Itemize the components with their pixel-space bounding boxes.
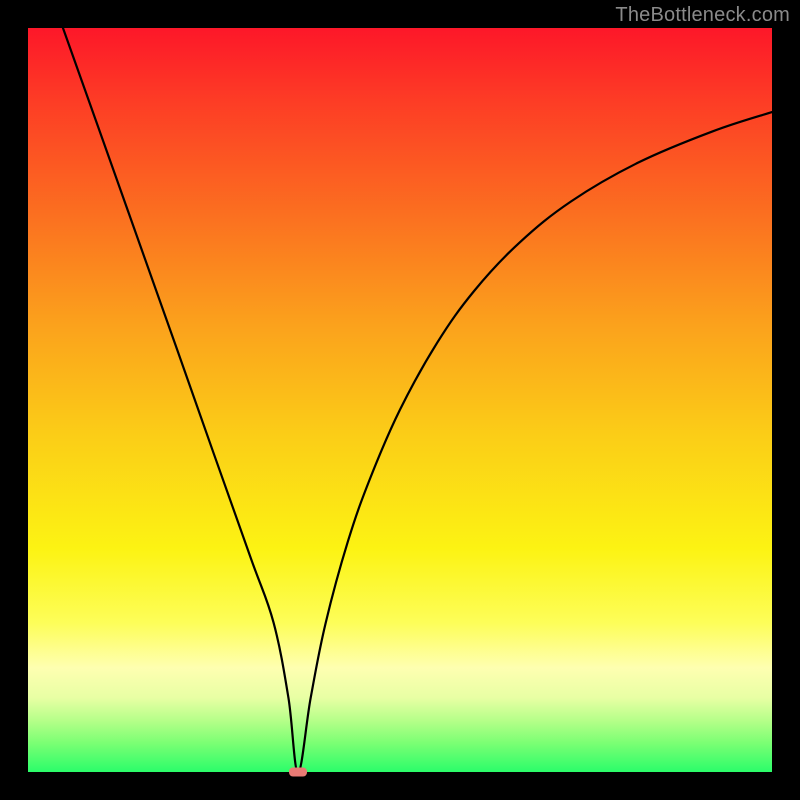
- bottleneck-curve: [28, 28, 772, 772]
- chart-plot-area: [28, 28, 772, 772]
- minimum-marker: [289, 768, 307, 777]
- chart-frame: TheBottleneck.com: [0, 0, 800, 800]
- watermark-text: TheBottleneck.com: [615, 4, 790, 27]
